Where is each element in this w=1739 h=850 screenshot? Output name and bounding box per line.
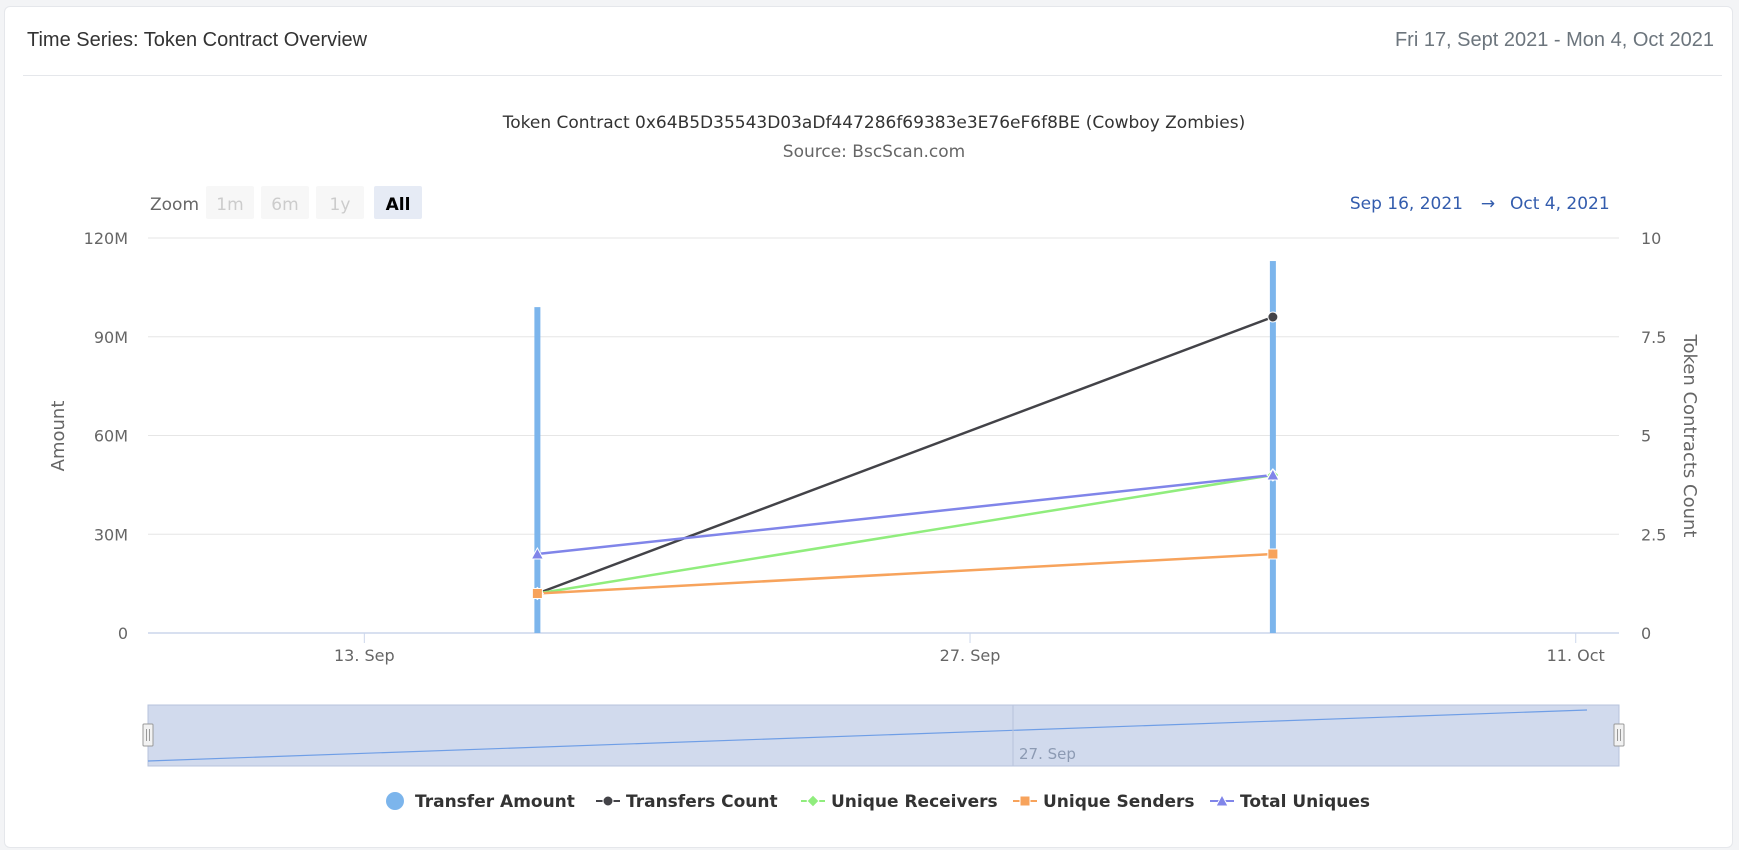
zoom-button-label: 6m: [271, 195, 298, 215]
zoom-button-6m[interactable]: 6m: [261, 186, 309, 219]
unique-senders-line: [537, 552, 1273, 595]
x-tick-label: 27. Sep: [940, 646, 1001, 665]
handle-body: [1613, 723, 1625, 747]
navigator-tick-label: 27. Sep: [1019, 745, 1076, 763]
x-tick-label: 11. Oct: [1547, 646, 1605, 665]
line-series: [536, 315, 1274, 595]
navigator-left-handle[interactable]: [142, 723, 154, 747]
unique-senders-point: [1267, 548, 1279, 560]
navigator-right-handle[interactable]: [1613, 723, 1625, 747]
left-tick-label: 30M: [94, 525, 128, 544]
transfer-amount-bar: [534, 307, 541, 633]
zoom-button-label: 1m: [216, 195, 243, 215]
zoom-button-label: All: [386, 195, 411, 215]
right-tick-label: 2.5: [1641, 525, 1666, 544]
range-display: Sep 16, 2021 → Oct 4, 2021: [1350, 194, 1610, 214]
range-to[interactable]: Oct 4, 2021: [1510, 194, 1610, 214]
zoom-button-all[interactable]: All: [374, 186, 422, 219]
legend: Transfer Amount Transfers Count Unique Rec…: [386, 792, 1370, 812]
zoom-button-1m[interactable]: 1m: [206, 186, 254, 219]
handle-body: [142, 723, 154, 747]
legend-label: Transfer Amount: [415, 792, 575, 812]
left-tick-label: 90M: [94, 328, 128, 347]
zoom-buttons: 1m 6m 1y All: [206, 186, 422, 219]
right-tick-label: 10: [1641, 229, 1661, 248]
transfers-count-line: [536, 315, 1274, 595]
zoom-button-1y[interactable]: 1y: [316, 186, 364, 219]
total-uniques-line: [537, 473, 1274, 556]
legend-item-unique-receivers[interactable]: Unique Receivers: [801, 792, 998, 812]
right-y-axis: 0 2.5 5 7.5 10: [1641, 229, 1666, 643]
zoom-label: Zoom: [150, 195, 199, 215]
x-axis: 13. Sep 27. Sep 11. Oct: [148, 632, 1619, 665]
left-y-axis: 0 30M 60M 90M 120M: [84, 229, 128, 643]
unique-senders-point: [531, 588, 543, 599]
legend-label: Transfers Count: [626, 792, 778, 812]
range-from[interactable]: Sep 16, 2021: [1350, 194, 1463, 214]
legend-item-total-uniques[interactable]: Total Uniques: [1210, 792, 1370, 812]
grid-lines: [148, 237, 1619, 535]
chart-title: Token Contract 0x64B5D35543D03aDf447286f…: [502, 113, 1245, 133]
right-tick-label: 5: [1641, 427, 1651, 446]
left-tick-label: 60M: [94, 427, 128, 446]
left-tick-label: 120M: [84, 229, 128, 248]
legend-label: Unique Receivers: [831, 792, 998, 812]
left-axis-title: Amount: [48, 401, 69, 472]
legend-symbol: [386, 792, 404, 810]
legend-symbol: [1019, 795, 1031, 807]
legend-symbol: [806, 794, 820, 808]
navigator[interactable]: 27. Sep: [142, 704, 1625, 767]
legend-symbol: [602, 795, 614, 807]
zoom-button-label: 1y: [330, 195, 351, 215]
left-tick-label: 0: [118, 624, 128, 643]
right-tick-label: 0: [1641, 624, 1651, 643]
legend-label: Unique Senders: [1043, 792, 1195, 812]
legend-item-transfer-amount[interactable]: Transfer Amount: [386, 792, 575, 812]
x-tick-label: 13. Sep: [334, 646, 395, 665]
legend-item-unique-senders[interactable]: Unique Senders: [1013, 792, 1195, 812]
chart-subtitle: Source: BscScan.com: [783, 142, 965, 162]
right-tick-label: 7.5: [1641, 328, 1666, 347]
transfers-count-point: [1267, 311, 1279, 323]
legend-label: Total Uniques: [1240, 792, 1370, 812]
right-axis-title: Token Contracts Count: [1679, 334, 1700, 538]
range-arrow: →: [1481, 194, 1495, 214]
legend-item-transfers-count[interactable]: Transfers Count: [596, 792, 778, 812]
highcharts-chart: Token Contract 0x64B5D35543D03aDf447286f…: [48, 113, 1700, 812]
